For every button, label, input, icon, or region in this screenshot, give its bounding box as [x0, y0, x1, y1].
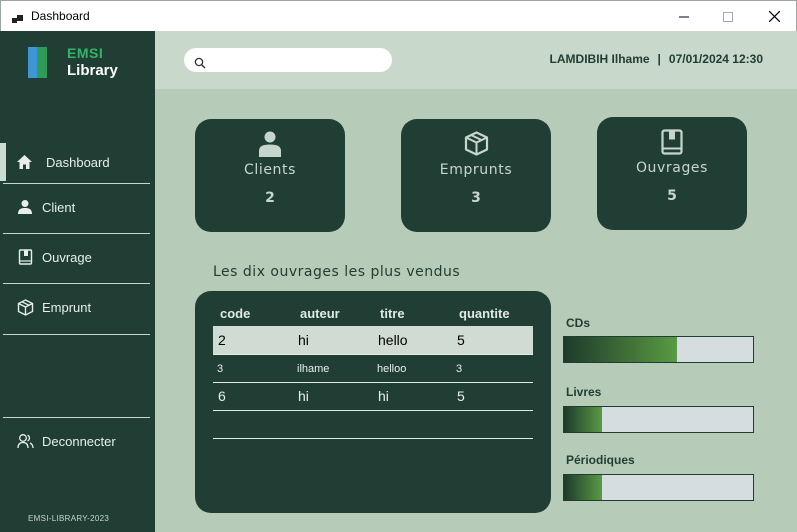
logout-button[interactable]: Deconnecter: [0, 422, 150, 460]
card-label: Clients: [243, 162, 297, 178]
user-info: LAMDIBIH Ilhame | 07/01/2024 12:30: [550, 52, 763, 66]
table-row[interactable]: 6 hi hi 5: [213, 383, 533, 410]
sidebar-item-label: Client: [42, 199, 76, 215]
sidebar-divider: [3, 417, 150, 418]
user-icon: [16, 198, 34, 216]
card-clients[interactable]: Clients 2: [195, 119, 345, 232]
col-header-auteur: auteur: [300, 306, 340, 321]
col-header-quantite: quantite: [459, 306, 510, 321]
logo-bar-green: [37, 47, 47, 78]
progress-periodiques: [563, 474, 754, 501]
sidebar-divider: [3, 334, 150, 335]
person-icon: [195, 131, 345, 157]
search-box[interactable]: [184, 48, 392, 72]
stat-label-cds: CDs: [566, 316, 591, 330]
cell-auteur: hi: [298, 332, 309, 348]
book-icon: [597, 129, 747, 155]
sidebar-item-client[interactable]: Client: [0, 188, 150, 226]
col-header-titre: titre: [380, 306, 405, 321]
app-logo: EMSI Library: [28, 45, 128, 81]
sidebar-item-label: Emprunt: [42, 299, 92, 315]
stat-label-livres: Livres: [566, 385, 602, 399]
row-divider: [213, 438, 533, 439]
col-header-code: code: [220, 306, 251, 321]
cell-titre: hello: [378, 332, 408, 348]
logo-text-top: EMSI: [67, 45, 104, 61]
sidebar-item-emprunt[interactable]: Emprunt: [0, 288, 150, 326]
book-icon: [16, 248, 34, 266]
logout-label: Deconnecter: [42, 433, 116, 449]
progress-fill: [564, 337, 678, 362]
search-input[interactable]: [210, 51, 382, 69]
cell-code: 6: [218, 388, 226, 404]
user-name: LAMDIBIH Ilhame: [549, 52, 650, 66]
sidebar-divider: [3, 183, 150, 184]
logo-bar-blue: [28, 47, 37, 78]
table-row[interactable]: 3 ilhame helloo 3: [213, 355, 533, 382]
card-count: 3: [471, 190, 481, 206]
sidebar-divider: [3, 283, 150, 284]
card-count: 2: [265, 190, 275, 206]
sidebar-divider: [3, 233, 150, 234]
sidebar-footer: EMSI-LIBRARY-2023: [28, 514, 110, 523]
sidebar-item-dashboard[interactable]: Dashboard: [0, 143, 150, 181]
cell-auteur: hi: [298, 388, 309, 404]
box-icon: [16, 298, 34, 316]
minimize-button[interactable]: [661, 1, 707, 32]
logo-text-bottom: Library: [67, 62, 118, 79]
progress-fill: [564, 407, 602, 432]
cell-quantite: 3: [456, 363, 463, 375]
window-titlebar: Dashboard: [0, 0, 797, 31]
table-title: Les dix ouvrages les plus vendus: [213, 264, 461, 280]
progress-livres: [563, 406, 754, 433]
topbar: LAMDIBIH Ilhame | 07/01/2024 12:30: [155, 31, 797, 89]
table-header: code auteur titre quantite: [213, 306, 533, 326]
cell-titre: hi: [378, 388, 389, 404]
box-icon: [401, 131, 551, 157]
main-content: Clients 2 Emprunts 3 Ouvrages 5 Les dix …: [155, 89, 797, 532]
table-row[interactable]: 2 hi hello 5: [213, 326, 533, 354]
sidebar: EMSI Library Dashboard Client Ouvrage Em…: [0, 31, 155, 532]
current-datetime: 07/01/2024 12:30: [668, 52, 763, 66]
sidebar-item-ouvrage[interactable]: Ouvrage: [0, 238, 150, 276]
top-books-table: code auteur titre quantite 2 hi hello 5 …: [195, 291, 551, 513]
cell-auteur: ilhame: [297, 363, 330, 375]
card-emprunts[interactable]: Emprunts 3: [401, 119, 551, 232]
app-icon: [12, 10, 24, 23]
row-divider: [213, 410, 533, 411]
card-label: Ouvrages: [635, 160, 709, 176]
card-count: 5: [667, 188, 677, 204]
sidebar-item-label: Ouvrage: [42, 249, 92, 265]
cell-titre: helloo: [377, 363, 407, 375]
cell-code: 3: [217, 363, 224, 375]
search-icon: [194, 54, 206, 69]
card-ouvrages[interactable]: Ouvrages 5: [597, 117, 747, 230]
card-label: Emprunts: [439, 162, 513, 178]
maximize-button[interactable]: [705, 1, 751, 32]
close-button[interactable]: [751, 1, 797, 32]
cell-quantite: 5: [457, 388, 465, 404]
user-separator: |: [657, 52, 661, 66]
progress-fill: [564, 475, 602, 500]
users-icon: [16, 432, 34, 450]
cell-quantite: 5: [457, 332, 465, 348]
cell-code: 2: [218, 332, 226, 348]
home-icon: [15, 153, 33, 171]
sidebar-item-label: Dashboard: [46, 154, 110, 170]
stat-label-periodiques: Périodiques: [566, 453, 635, 467]
progress-cds: [563, 336, 754, 363]
window-title: Dashboard: [31, 9, 90, 23]
